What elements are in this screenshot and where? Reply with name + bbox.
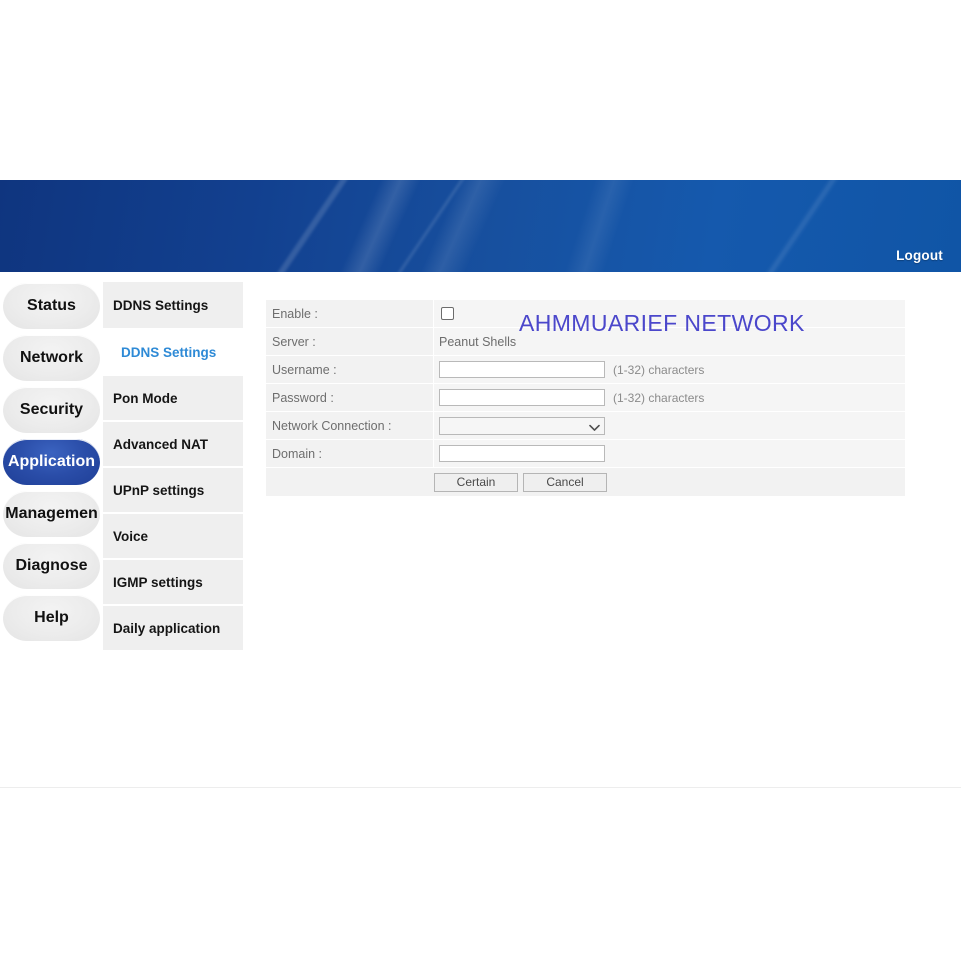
username-label: Username :	[266, 356, 434, 383]
server-label: Server :	[266, 328, 434, 355]
logout-link[interactable]: Logout	[896, 248, 943, 263]
enable-value-cell	[434, 300, 905, 327]
sidebar-item-label: Security	[19, 401, 84, 418]
submenu-item-upnp-settings[interactable]: UPnP settings	[103, 466, 243, 512]
domain-input[interactable]	[439, 445, 605, 462]
submenu-item-label: DDNS Settings	[121, 344, 217, 360]
banner-streak-icon	[734, 180, 851, 272]
sidebar-item-management[interactable]: Managemen	[3, 491, 100, 537]
sidebar-item-label: Help	[34, 609, 69, 626]
password-label: Password :	[266, 384, 434, 411]
sidebar-item-network[interactable]: Network	[3, 335, 100, 381]
submenu-item-label: UPnP settings	[113, 482, 205, 498]
sidebar-nav: Status Network Security Application Mana…	[3, 283, 100, 647]
submenu-item-pon-mode[interactable]: Pon Mode	[103, 374, 243, 420]
submenu-item-label: Pon Mode	[113, 390, 178, 406]
sidebar-item-label: Managemen	[5, 505, 98, 522]
submenu-item-daily-application[interactable]: Daily application	[103, 604, 243, 650]
submenu-item-label: DDNS Settings	[113, 297, 209, 313]
submenu-item-igmp-settings[interactable]: IGMP settings	[103, 558, 243, 604]
domain-value-cell	[434, 440, 905, 467]
network-connection-select[interactable]	[439, 416, 605, 435]
sidebar-item-help[interactable]: Help	[3, 595, 100, 641]
submenu-item-label: Advanced NAT	[113, 436, 209, 452]
cancel-button[interactable]: Cancel	[523, 472, 607, 492]
form-row-network-connection: Network Connection :	[266, 412, 905, 440]
enable-checkbox[interactable]	[441, 307, 454, 320]
submenu-list: DDNS Settings DDNS Settings Pon Mode Adv…	[103, 282, 243, 651]
sidebar-item-diagnose[interactable]: Diagnose	[3, 543, 100, 589]
sidebar-item-label: Network	[19, 349, 84, 366]
submenu-item-label: Voice	[113, 528, 149, 544]
header-banner: Logout	[0, 180, 961, 272]
username-hint: (1-32) characters	[613, 362, 705, 377]
submenu-item-ddns-settings[interactable]: DDNS Settings	[103, 328, 243, 374]
submenu-item-label: Daily application	[113, 620, 221, 636]
submenu-item-advanced-nat[interactable]: Advanced NAT	[103, 420, 243, 466]
network-connection-value-cell	[434, 412, 905, 439]
submenu-item-voice[interactable]: Voice	[103, 512, 243, 558]
password-input[interactable]	[439, 389, 605, 406]
sidebar-item-application[interactable]: Application	[3, 439, 100, 485]
sidebar-item-status[interactable]: Status	[3, 283, 100, 329]
password-hint: (1-32) characters	[613, 390, 705, 405]
sidebar-item-label: Status	[27, 297, 76, 314]
banner-streak-icon	[227, 180, 379, 272]
server-value: Peanut Shells	[439, 334, 517, 349]
network-connection-select-wrap	[439, 416, 605, 435]
enable-label: Enable :	[266, 300, 434, 327]
page-divider	[0, 787, 961, 788]
domain-label: Domain :	[266, 440, 434, 467]
form-row-enable: Enable :	[266, 300, 905, 328]
submenu-item-label: IGMP settings	[113, 574, 203, 590]
form-button-row: Certain Cancel	[266, 468, 905, 497]
ddns-settings-form: Enable : Server : Peanut Shells Username…	[266, 300, 905, 497]
password-value-cell: (1-32) characters	[434, 384, 905, 411]
sidebar-item-label: Application	[7, 453, 96, 470]
form-row-username: Username : (1-32) characters	[266, 356, 905, 384]
username-value-cell: (1-32) characters	[434, 356, 905, 383]
banner-streak-icon	[353, 180, 490, 272]
form-row-server: Server : Peanut Shells	[266, 328, 905, 356]
sidebar-item-security[interactable]: Security	[3, 387, 100, 433]
username-input[interactable]	[439, 361, 605, 378]
form-row-domain: Domain :	[266, 440, 905, 468]
certain-button[interactable]: Certain	[434, 472, 518, 492]
submenu-item-ddns-settings-header[interactable]: DDNS Settings	[103, 282, 243, 328]
server-value-cell: Peanut Shells	[434, 328, 905, 355]
sidebar-item-label: Diagnose	[15, 557, 88, 574]
form-row-password: Password : (1-32) characters	[266, 384, 905, 412]
network-connection-label: Network Connection :	[266, 412, 434, 439]
